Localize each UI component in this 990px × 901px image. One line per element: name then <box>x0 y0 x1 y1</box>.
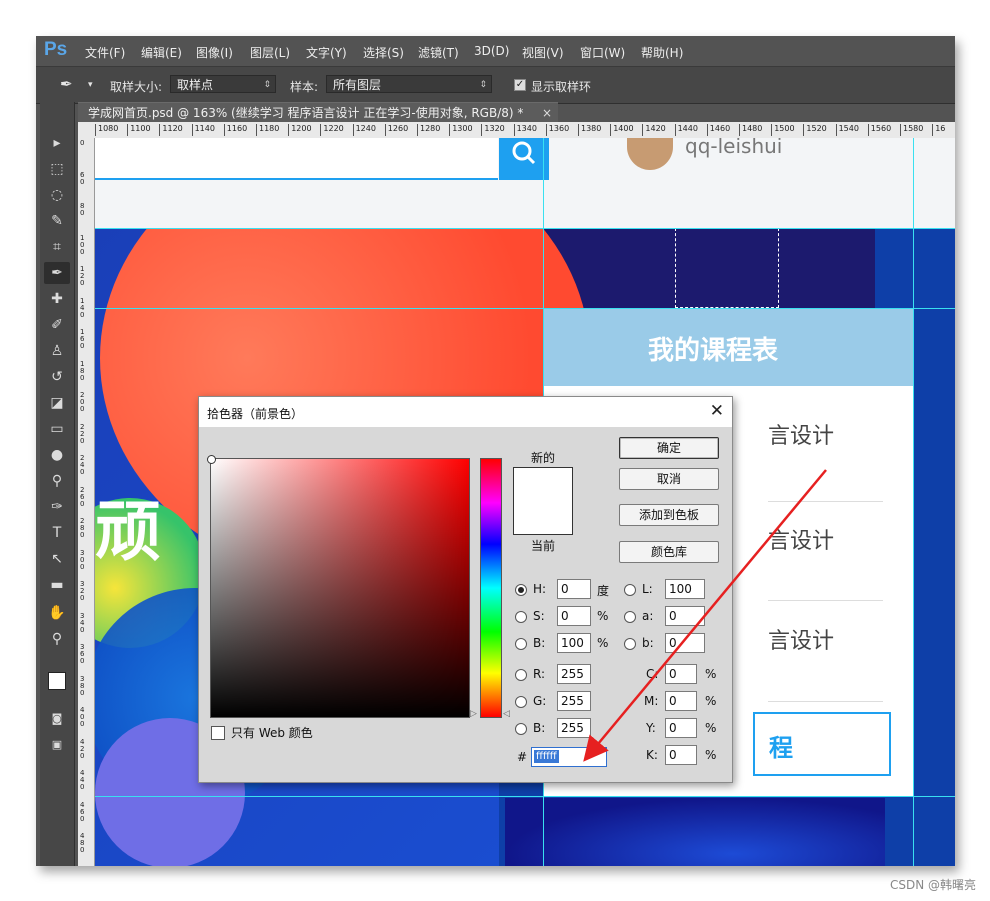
annotation-arrow-overlay <box>583 469 827 762</box>
red-arrow-icon <box>583 469 827 762</box>
watermark: CSDN @韩曙亮 <box>889 878 976 892</box>
